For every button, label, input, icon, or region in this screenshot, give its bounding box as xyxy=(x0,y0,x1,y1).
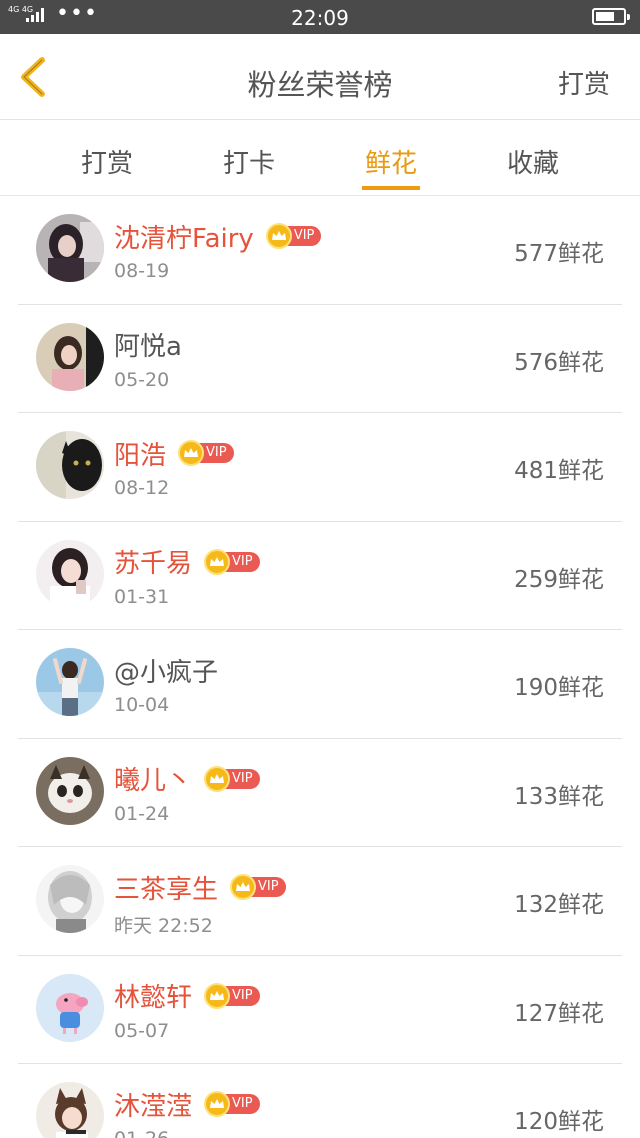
list-item[interactable]: 曦儿丶 VIP 01-24 133鲜花 xyxy=(0,739,640,848)
fan-list: 沈清柠Fairy VIP 08-19 577鲜花 阿悦a 05-20 576鲜花… xyxy=(0,196,640,1138)
avatar-black-cat[interactable] xyxy=(36,431,104,499)
date: 08-12 xyxy=(114,477,170,499)
active-tab-indicator xyxy=(362,186,420,190)
user-name: 沈清柠Fairy xyxy=(114,223,254,254)
name-line: 三茶享生 VIP xyxy=(114,869,286,905)
reward-button[interactable]: 打赏 xyxy=(558,64,610,101)
user-name: 阳浩 xyxy=(114,440,167,471)
tab-reward[interactable]: 打赏 xyxy=(37,143,177,180)
date: 05-20 xyxy=(114,368,170,391)
flower-count: 127鲜花 xyxy=(514,1000,604,1027)
avatar-cat[interactable] xyxy=(36,756,104,825)
crown-icon xyxy=(265,223,292,249)
list-item[interactable]: 沈清柠Fairy VIP 08-19 577鲜花 xyxy=(0,196,640,305)
name-line: 阳浩 VIP xyxy=(114,435,234,471)
flower-count: 120鲜花 xyxy=(514,1109,604,1135)
list-item[interactable]: 阿悦a 05-20 576鲜花 xyxy=(0,305,640,414)
avatar-black-cat-image xyxy=(36,431,104,499)
list-item[interactable]: @小疯子 10-04 190鲜花 xyxy=(0,630,640,739)
flower-count: 132鲜花 xyxy=(514,892,604,918)
name-line: @小疯子 xyxy=(114,652,218,688)
vip-badge: VIP xyxy=(204,765,260,792)
user-name: 三茶享生 xyxy=(114,874,219,905)
list-item[interactable]: 阳浩 VIP 08-12 481鲜花 xyxy=(0,413,640,522)
name-line: 沐滢滢 VIP xyxy=(114,1086,260,1122)
tab-flowers[interactable]: 鲜花 xyxy=(321,143,461,180)
name-line: 沈清柠Fairy VIP xyxy=(114,218,322,254)
user-name: 阿悦a xyxy=(114,332,182,362)
user-name: 苏千易 xyxy=(114,549,193,579)
crown-icon xyxy=(204,1091,231,1117)
user-name: @小疯子 xyxy=(114,657,219,688)
crown-icon xyxy=(178,440,205,466)
status-bar: 4G 4G ••• 22:09 xyxy=(0,0,640,34)
avatar-dark-hair-image xyxy=(36,214,104,282)
crown-icon xyxy=(204,548,231,575)
avatar-cat-image xyxy=(36,756,104,825)
page-title: 粉丝荣誉榜 xyxy=(247,68,393,102)
user-name: 林懿轩 xyxy=(114,983,193,1013)
avatar-cat-girl[interactable] xyxy=(36,1082,104,1138)
crown-icon xyxy=(230,874,257,900)
tab-collect[interactable]: 收藏 xyxy=(463,143,603,180)
date: 01-26 xyxy=(114,1128,169,1138)
avatar-girl-sky[interactable] xyxy=(36,648,104,716)
avatar-peppa[interactable] xyxy=(36,973,104,1042)
list-item[interactable]: 沐滢滢 VIP 01-26 120鲜花 xyxy=(0,1064,640,1138)
flower-count: 259鲜花 xyxy=(514,566,604,593)
date: 08-19 xyxy=(114,260,170,282)
crown-icon xyxy=(204,982,231,1009)
flower-count: 576鲜花 xyxy=(514,349,604,376)
user-name: 曦儿丶 xyxy=(114,766,193,796)
avatar-girl-pink[interactable] xyxy=(36,322,104,391)
vip-badge: VIP xyxy=(230,874,286,900)
flower-count: 190鲜花 xyxy=(514,675,604,701)
list-item[interactable]: 三茶享生 VIP 昨天 22:52 132鲜花 xyxy=(0,847,640,956)
vip-badge: VIP xyxy=(178,440,234,466)
status-time: 22:09 xyxy=(291,6,349,30)
tab-bar: 打赏 打卡 鲜花 收藏 xyxy=(0,121,640,196)
avatar-girl-white-image xyxy=(36,539,104,608)
header: 粉丝荣誉榜 打赏 xyxy=(0,34,640,120)
date: 01-24 xyxy=(114,802,170,825)
avatar-anime-gray[interactable] xyxy=(36,865,104,933)
vip-badge: VIP xyxy=(204,548,260,575)
flower-count: 481鲜花 xyxy=(514,458,604,484)
avatar-peppa-image xyxy=(36,973,104,1042)
avatar-cat-girl-image xyxy=(36,1082,104,1138)
avatar-girl-pink-image xyxy=(36,322,104,391)
name-line: 苏千易 VIP xyxy=(114,544,260,580)
tab-checkin[interactable]: 打卡 xyxy=(179,143,319,180)
avatar-girl-white[interactable] xyxy=(36,539,104,608)
avatar-anime-gray-image xyxy=(36,865,104,933)
battery-icon xyxy=(592,8,630,25)
name-line: 曦儿丶 VIP xyxy=(114,761,260,797)
vip-badge: VIP xyxy=(204,982,260,1009)
list-item[interactable]: 林懿轩 VIP 05-07 127鲜花 xyxy=(0,956,640,1065)
list-item[interactable]: 苏千易 VIP 01-31 259鲜花 xyxy=(0,522,640,631)
name-line: 阿悦a xyxy=(114,327,182,363)
avatar-dark-hair[interactable] xyxy=(36,214,104,282)
date: 05-07 xyxy=(114,1019,170,1042)
vip-badge: VIP xyxy=(265,223,322,249)
vip-badge: VIP xyxy=(204,1091,260,1117)
avatar-girl-sky-image xyxy=(36,648,104,716)
user-name: 沐滢滢 xyxy=(114,1091,193,1122)
date: 10-04 xyxy=(114,694,170,716)
flower-count: 577鲜花 xyxy=(514,241,604,267)
date: 昨天 22:52 xyxy=(114,915,213,937)
name-line: 林懿轩 VIP xyxy=(114,978,260,1014)
date: 01-31 xyxy=(114,585,170,608)
crown-icon xyxy=(204,765,231,792)
flower-count: 133鲜花 xyxy=(514,783,604,810)
